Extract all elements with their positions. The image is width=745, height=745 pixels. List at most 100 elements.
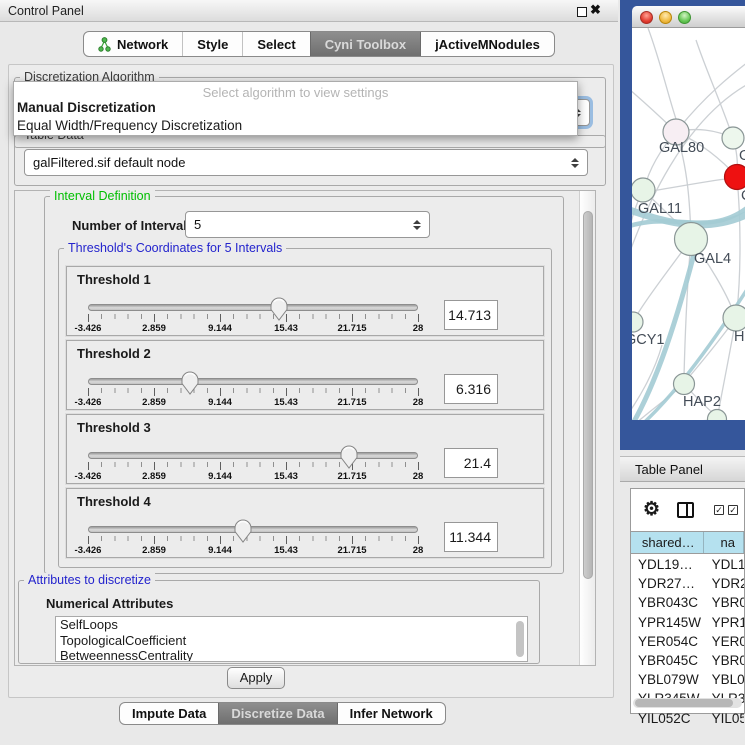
network-node[interactable] bbox=[723, 305, 745, 331]
cell-name: YBL079W bbox=[704, 670, 744, 689]
network-window-titlebar[interactable] bbox=[632, 6, 745, 28]
network-node[interactable] bbox=[725, 165, 745, 190]
tab-style[interactable]: Style bbox=[182, 32, 242, 56]
close-traffic-light[interactable] bbox=[640, 11, 653, 24]
threshold-row: Threshold 2-3.4262.8599.14415.4321.71528… bbox=[66, 340, 544, 410]
table-row[interactable]: YDR27…YDR27 bbox=[631, 574, 744, 593]
minimize-traffic-light[interactable] bbox=[659, 11, 672, 24]
tab-select[interactable]: Select bbox=[242, 32, 309, 56]
horizontal-scrollbar-thumb[interactable] bbox=[635, 699, 733, 707]
tab-network[interactable]: Network bbox=[84, 32, 182, 56]
threshold-label: Threshold 3 bbox=[77, 420, 151, 435]
cell-name: YBR043C bbox=[704, 593, 744, 612]
slider-thumb[interactable] bbox=[270, 297, 288, 324]
cell-shared-name: YBR043C bbox=[631, 593, 704, 612]
attribute-list-item[interactable]: TopologicalCoefficient bbox=[56, 633, 527, 649]
number-of-intervals-label: Number of Intervals bbox=[72, 218, 194, 233]
bottom-tab-infer-network[interactable]: Infer Network bbox=[337, 703, 445, 724]
network-node[interactable] bbox=[632, 178, 655, 202]
major-tick bbox=[418, 314, 419, 322]
tick-label: 9.144 bbox=[195, 397, 245, 408]
vertical-scrollbar[interactable] bbox=[579, 191, 595, 665]
table-row[interactable]: YPR145WYPR145W bbox=[631, 613, 744, 632]
bottom-tab-impute-data[interactable]: Impute Data bbox=[120, 703, 218, 724]
table-column-header[interactable]: shared… bbox=[631, 532, 704, 553]
major-tick bbox=[418, 388, 419, 396]
threshold-value-field[interactable]: 14.713 bbox=[444, 300, 498, 330]
attribute-list-item[interactable]: SelfLoops bbox=[56, 617, 527, 633]
tick-label: 28 bbox=[393, 397, 443, 408]
attribute-list-item[interactable]: BetweennessCentrality bbox=[56, 648, 527, 662]
tick-label: 21.715 bbox=[327, 471, 377, 482]
interval-definition-group-title: Interval Definition bbox=[50, 189, 155, 203]
slider-track[interactable] bbox=[88, 378, 418, 385]
table-row[interactable]: YIL052CYIL052C bbox=[631, 709, 744, 728]
number-of-intervals-combo[interactable]: 5 bbox=[185, 211, 430, 238]
tab-jactivemnodules[interactable]: jActiveMNodules bbox=[420, 32, 554, 56]
table-panel-title: Table Panel bbox=[635, 462, 703, 477]
tick-label: 21.715 bbox=[327, 323, 377, 334]
tab-cyni-toolbox[interactable]: Cyni Toolbox bbox=[310, 32, 420, 56]
threshold-value-field[interactable]: 21.4 bbox=[444, 448, 498, 478]
table-column-header[interactable]: na bbox=[704, 532, 744, 553]
algorithm-dropdown-popup: Select algorithm to view settings Manual… bbox=[13, 81, 578, 136]
attributes-group-title: Attributes to discretize bbox=[24, 573, 155, 587]
network-node[interactable] bbox=[632, 312, 643, 332]
slider-thumb[interactable] bbox=[340, 445, 358, 472]
zoom-traffic-light[interactable] bbox=[678, 11, 691, 24]
threshold-row: Threshold 4-3.4262.8599.14415.4321.71528… bbox=[66, 488, 544, 558]
table-row[interactable]: YBL079WYBL079W bbox=[631, 670, 744, 689]
dropdown-placeholder: Select algorithm to view settings bbox=[14, 82, 577, 99]
slider-track[interactable] bbox=[88, 304, 418, 311]
table-data-combo[interactable]: galFiltered.sif default node bbox=[24, 149, 588, 176]
slider-thumb[interactable] bbox=[234, 519, 252, 546]
threshold-value-field[interactable]: 6.316 bbox=[444, 374, 498, 404]
control-panel-titlebar: Control Panel ✖ bbox=[0, 0, 618, 22]
combo-arrows-icon bbox=[413, 220, 421, 230]
threshold-value-field[interactable]: 11.344 bbox=[444, 522, 498, 552]
cell-shared-name: YPR145W bbox=[631, 613, 704, 632]
numerical-attributes-list[interactable]: SelfLoopsTopologicalCoefficientBetweenne… bbox=[55, 616, 528, 662]
cell-name: YDL19 bbox=[704, 555, 744, 574]
tick-label: 28 bbox=[393, 471, 443, 482]
control-panel-tab-strip: NetworkStyleSelectCyni ToolboxjActiveMNo… bbox=[83, 31, 555, 57]
network-edge bbox=[676, 62, 745, 132]
tick-label: 28 bbox=[393, 545, 443, 556]
slider-thumb[interactable] bbox=[181, 371, 199, 398]
table-row[interactable]: YDL19…YDL19 bbox=[631, 555, 744, 574]
table-row[interactable]: YBR045CYBR045C bbox=[631, 651, 744, 670]
close-icon[interactable]: ✖ bbox=[590, 2, 601, 18]
network-node-label: GAL4 bbox=[694, 251, 731, 267]
network-node[interactable] bbox=[722, 127, 744, 149]
checkbox-icon[interactable]: ✓ bbox=[714, 505, 724, 515]
list-scrollbar-thumb[interactable] bbox=[516, 621, 524, 657]
major-tick bbox=[88, 314, 89, 322]
tick-label: 9.144 bbox=[195, 545, 245, 556]
network-window: GAL80GACGAL11GAL4GCY1HHAP2 bbox=[620, 0, 745, 450]
slider-track[interactable] bbox=[88, 452, 418, 459]
gear-icon[interactable]: ⚙ bbox=[643, 498, 660, 521]
apply-button[interactable]: Apply bbox=[227, 667, 285, 689]
float-panel-icon[interactable] bbox=[577, 7, 587, 17]
network-graph[interactable]: GAL80GACGAL11GAL4GCY1HHAP2 bbox=[632, 28, 745, 420]
major-tick bbox=[418, 536, 419, 544]
tick-label: 9.144 bbox=[195, 471, 245, 482]
bottom-tab-discretize-data[interactable]: Discretize Data bbox=[218, 703, 336, 724]
table-header-row[interactable]: shared…na bbox=[631, 531, 744, 554]
slider-ticks bbox=[88, 536, 419, 541]
network-view[interactable]: GAL80GACGAL11GAL4GCY1HHAP2 bbox=[632, 28, 745, 420]
horizontal-scrollbar[interactable] bbox=[633, 698, 742, 708]
vertical-scrollbar-thumb[interactable] bbox=[583, 211, 593, 579]
network-node[interactable] bbox=[674, 374, 695, 395]
dropdown-option[interactable]: Equal Width/Frequency Discretization bbox=[14, 117, 577, 135]
columns-icon[interactable] bbox=[677, 502, 694, 518]
checkbox-icon[interactable]: ✓ bbox=[728, 505, 738, 515]
dropdown-option[interactable]: Manual Discretization bbox=[14, 99, 577, 117]
slider-track[interactable] bbox=[88, 526, 418, 533]
major-tick bbox=[220, 314, 221, 322]
network-edge bbox=[645, 178, 734, 192]
cell-shared-name: YIL052C bbox=[631, 709, 704, 728]
major-tick bbox=[154, 536, 155, 544]
table-row[interactable]: YER054CYER054C bbox=[631, 632, 744, 651]
table-row[interactable]: YBR043CYBR043C bbox=[631, 593, 744, 612]
